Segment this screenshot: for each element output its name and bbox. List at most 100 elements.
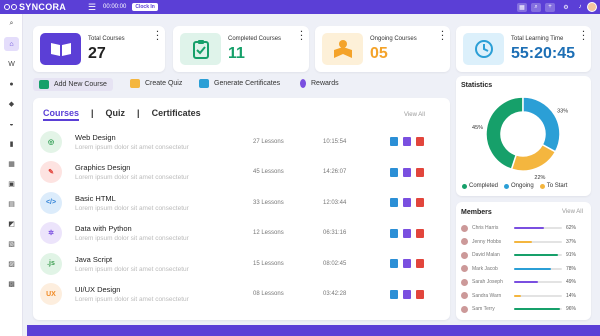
course-row[interactable]: ◎ Web Design Lorem ipsum dolor sit amet co… — [36, 126, 446, 157]
sidebar-icon: ◒ — [9, 120, 14, 128]
sidebar-item-4[interactable]: ◆ — [0, 94, 23, 114]
course-lessons: 33 Lessons — [253, 199, 284, 206]
more-icon[interactable]: · · · — [441, 28, 444, 44]
edit-icon[interactable] — [390, 198, 398, 207]
action-label: Rewards — [311, 80, 339, 87]
sidebar-item-9[interactable]: ▤ — [0, 194, 23, 214]
stat-label: Completed Courses — [228, 36, 282, 42]
tab-certificates[interactable]: Certificates — [152, 108, 201, 121]
edit-icon[interactable] — [390, 167, 398, 177]
user-avatar[interactable] — [587, 2, 597, 12]
member-percent: 37% — [566, 238, 577, 245]
course-row[interactable]: </> Basic HTML Lorem ipsum dolor sit amet … — [36, 187, 446, 218]
more-icon[interactable]: · · · — [582, 28, 585, 44]
sidebar-item-1[interactable]: ⌂ — [0, 34, 23, 54]
uiux-icon: UX — [40, 283, 62, 305]
member-avatar — [461, 278, 468, 286]
plus-icon — [39, 80, 49, 89]
more-icon[interactable]: · · · — [300, 28, 303, 44]
sidebar-item-10[interactable]: ◩ — [0, 214, 23, 234]
course-row[interactable]: UX UI/UX Design Lorem ipsum dolor sit amet… — [36, 279, 446, 310]
sidebar-item-7[interactable]: ▦ — [0, 154, 23, 174]
settings-icon[interactable]: ⚙ — [559, 4, 573, 11]
course-duration: 03:42:28 — [323, 291, 347, 297]
sidebar-item-5[interactable]: ◒ — [0, 114, 23, 134]
view-icon[interactable] — [403, 289, 411, 299]
add-new-course-button[interactable]: Add New Course — [33, 78, 113, 91]
course-description: Lorem ipsum dolor sit amet consectetur — [75, 143, 189, 151]
edit-icon[interactable] — [390, 259, 398, 268]
certificate-icon — [199, 79, 209, 88]
sidebar-item-8[interactable]: ▣ — [0, 174, 23, 194]
delete-icon[interactable] — [416, 259, 424, 268]
course-row[interactable]: ✎ Graphics Design Lorem ipsum dolor sit am… — [36, 157, 446, 188]
member-row[interactable]: Sandra Warn 14% — [461, 290, 587, 302]
member-row[interactable]: Sam Terry 96% — [461, 303, 587, 315]
member-progress-bar — [514, 308, 562, 310]
member-name: Mark Jacob — [472, 265, 498, 272]
sidebar-item-2[interactable]: W — [0, 54, 23, 74]
sidebar-item-12[interactable]: ▨ — [0, 254, 23, 274]
timer: 00:00:00 — [103, 4, 127, 10]
tab-separator: | — [137, 108, 140, 118]
sidebar-item-11[interactable]: ▧ — [0, 234, 23, 254]
more-icon[interactable]: · · · — [156, 28, 159, 44]
stat-label: Ongoing Courses — [370, 36, 417, 42]
member-percent: 91% — [566, 252, 577, 258]
member-avatar — [461, 224, 468, 232]
edit-icon[interactable] — [390, 137, 398, 146]
generate-certificates-button[interactable]: Generate Certificates — [199, 79, 280, 88]
view-icon[interactable] — [403, 259, 411, 268]
delete-icon[interactable] — [416, 137, 424, 146]
tab-quiz[interactable]: Quiz — [106, 108, 126, 121]
member-row[interactable]: Jenny Hobbs 37% — [461, 236, 587, 248]
member-percent: 62% — [566, 225, 577, 231]
view-icon[interactable] — [403, 228, 411, 238]
members-view-all-link[interactable]: View All — [562, 209, 583, 215]
stat-value: 05 — [370, 45, 388, 62]
course-title: Graphics Design — [75, 163, 131, 172]
app-logo[interactable]: SYNCORA — [0, 2, 86, 12]
view-icon[interactable] — [403, 137, 411, 146]
member-row[interactable]: David Malan 91% — [461, 249, 587, 261]
sidebar-icon: ⌂ — [4, 37, 19, 51]
tab-courses[interactable]: Courses — [43, 108, 80, 121]
edit-icon[interactable] — [390, 289, 398, 299]
view-icon[interactable] — [403, 198, 411, 207]
tab-separator: | — [91, 108, 94, 118]
member-avatar — [461, 251, 468, 259]
sidebar: ⌕ ⌂ W ● ◆ ◒ ▮ ▦ ▣ ▤ ◩ ▧ ▨ ▩ — [0, 14, 23, 336]
sidebar-icon: ▤ — [8, 201, 15, 208]
sidebar-item-13[interactable]: ▩ — [0, 274, 23, 294]
add-icon[interactable]: + — [545, 2, 555, 12]
delete-icon[interactable] — [416, 167, 424, 177]
view-icon[interactable] — [403, 167, 411, 177]
member-row[interactable]: Sarah Joseph 49% — [461, 276, 587, 288]
search-icon[interactable]: ⌕ — [531, 2, 541, 12]
member-avatar — [461, 292, 468, 299]
sidebar-item-6[interactable]: ▮ — [0, 134, 23, 154]
delete-icon[interactable] — [416, 289, 424, 299]
sidebar-item-0[interactable]: ⌕ — [0, 14, 23, 34]
member-row[interactable]: Chris Harris 62% — [461, 222, 587, 234]
course-description: Lorem ipsum dolor sit amet consectetur — [75, 235, 189, 242]
bell-icon[interactable]: ♪ — [573, 4, 587, 10]
create-quiz-button[interactable]: Create Quiz — [130, 79, 182, 88]
course-row[interactable]: .js Java Script Lorem ipsum dolor sit amet… — [36, 248, 446, 279]
rewards-button[interactable]: Rewards — [300, 79, 339, 88]
sidebar-item-3[interactable]: ● — [0, 74, 23, 94]
courses-view-all-link[interactable]: View All — [404, 112, 425, 118]
delete-icon[interactable] — [416, 198, 424, 207]
edit-icon[interactable] — [390, 228, 398, 238]
menu-icon[interactable]: ☰ — [88, 2, 98, 13]
member-row[interactable]: Mark Jacob 78% — [461, 263, 587, 275]
stat-label: Total Learning Time — [511, 36, 564, 42]
clock-in-button[interactable]: Clock In — [132, 3, 158, 11]
member-progress-bar — [514, 240, 562, 243]
code-icon: </> — [40, 191, 62, 214]
calendar-icon[interactable]: ▦ — [517, 2, 527, 12]
reader-icon — [322, 33, 363, 65]
delete-icon[interactable] — [416, 228, 424, 238]
medal-icon — [300, 79, 306, 88]
course-row[interactable]: ✲ Data with Python Lorem ipsum dolor sit a… — [36, 218, 446, 249]
